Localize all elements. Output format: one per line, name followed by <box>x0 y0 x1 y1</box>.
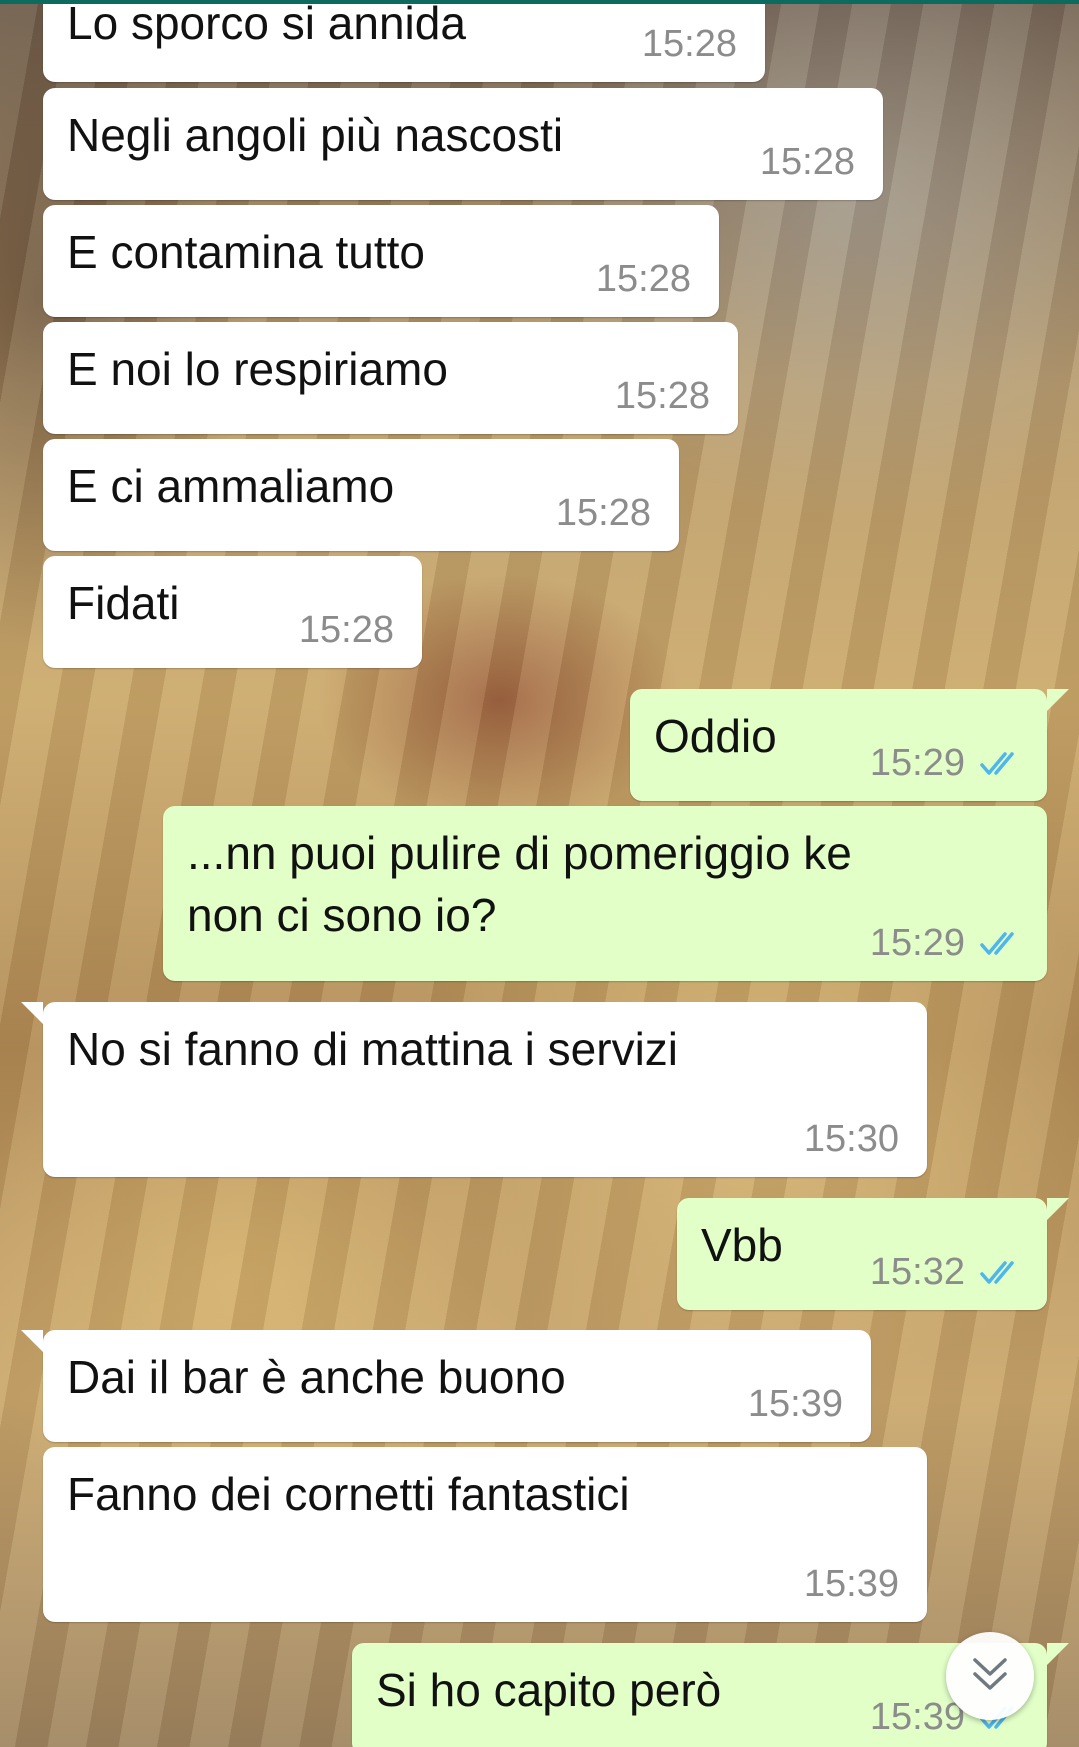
message-time: 15:39 <box>747 1383 843 1425</box>
incoming-message[interactable]: E noi lo respiriamo 15:28 <box>43 322 738 434</box>
message-time: 15:28 <box>614 375 710 417</box>
message-time: 15:32 <box>869 1251 965 1293</box>
incoming-message[interactable]: E ci ammaliamo 15:28 <box>43 439 679 551</box>
message-time: 15:28 <box>555 492 651 534</box>
message-time: 15:28 <box>595 258 691 300</box>
message-time: 15:39 <box>803 1563 899 1605</box>
message-text: No si fanno di mattina i servizi <box>67 1023 679 1075</box>
message-text: Negli angoli più nascosti <box>67 109 564 161</box>
message-time: 15:39 <box>869 1696 965 1738</box>
incoming-message[interactable]: Dai il bar è anche buono 15:39 <box>21 1330 871 1442</box>
message-time: 15:28 <box>298 609 394 651</box>
outgoing-message[interactable]: ...nn puoi pulire di pomeriggio ke non c… <box>163 806 1047 981</box>
outgoing-message[interactable]: Oddio 15:29 <box>630 689 1069 801</box>
message-time: 15:28 <box>759 141 855 183</box>
message-text: Vbb <box>701 1219 783 1271</box>
incoming-message[interactable]: Negli angoli più nascosti 15:28 <box>43 88 883 200</box>
message-text: Oddio <box>654 710 777 762</box>
incoming-message[interactable]: Lo sporco si annida 15:28 <box>43 0 765 82</box>
message-time: 15:29 <box>869 742 965 784</box>
outgoing-message[interactable]: Vbb 15:32 <box>677 1198 1069 1310</box>
incoming-message[interactable]: E contamina tutto 15:28 <box>43 205 719 317</box>
incoming-message[interactable]: Fanno dei cornetti fantastici 15:39 <box>43 1447 927 1622</box>
incoming-message[interactable]: No si fanno di mattina i servizi 15:30 <box>21 1002 927 1177</box>
incoming-message[interactable]: Fidati 15:28 <box>43 556 422 668</box>
double-check-icon <box>979 1260 1023 1286</box>
message-time: 15:29 <box>869 922 965 964</box>
message-time: 15:28 <box>641 23 737 65</box>
double-check-icon <box>979 931 1023 957</box>
scroll-to-bottom-button[interactable] <box>946 1632 1034 1720</box>
message-text: Fanno dei cornetti fantastici <box>67 1468 630 1520</box>
message-text: Dai il bar è anche buono <box>67 1351 566 1403</box>
message-text: Lo sporco si annida <box>67 0 466 49</box>
message-time: 15:30 <box>803 1118 899 1160</box>
double-check-icon <box>979 751 1023 777</box>
chat-background: Lo sporco si annida 15:28 Negli angoli p… <box>0 0 1079 1747</box>
outgoing-message[interactable]: Si ho capito però 15:39 <box>352 1643 1069 1747</box>
